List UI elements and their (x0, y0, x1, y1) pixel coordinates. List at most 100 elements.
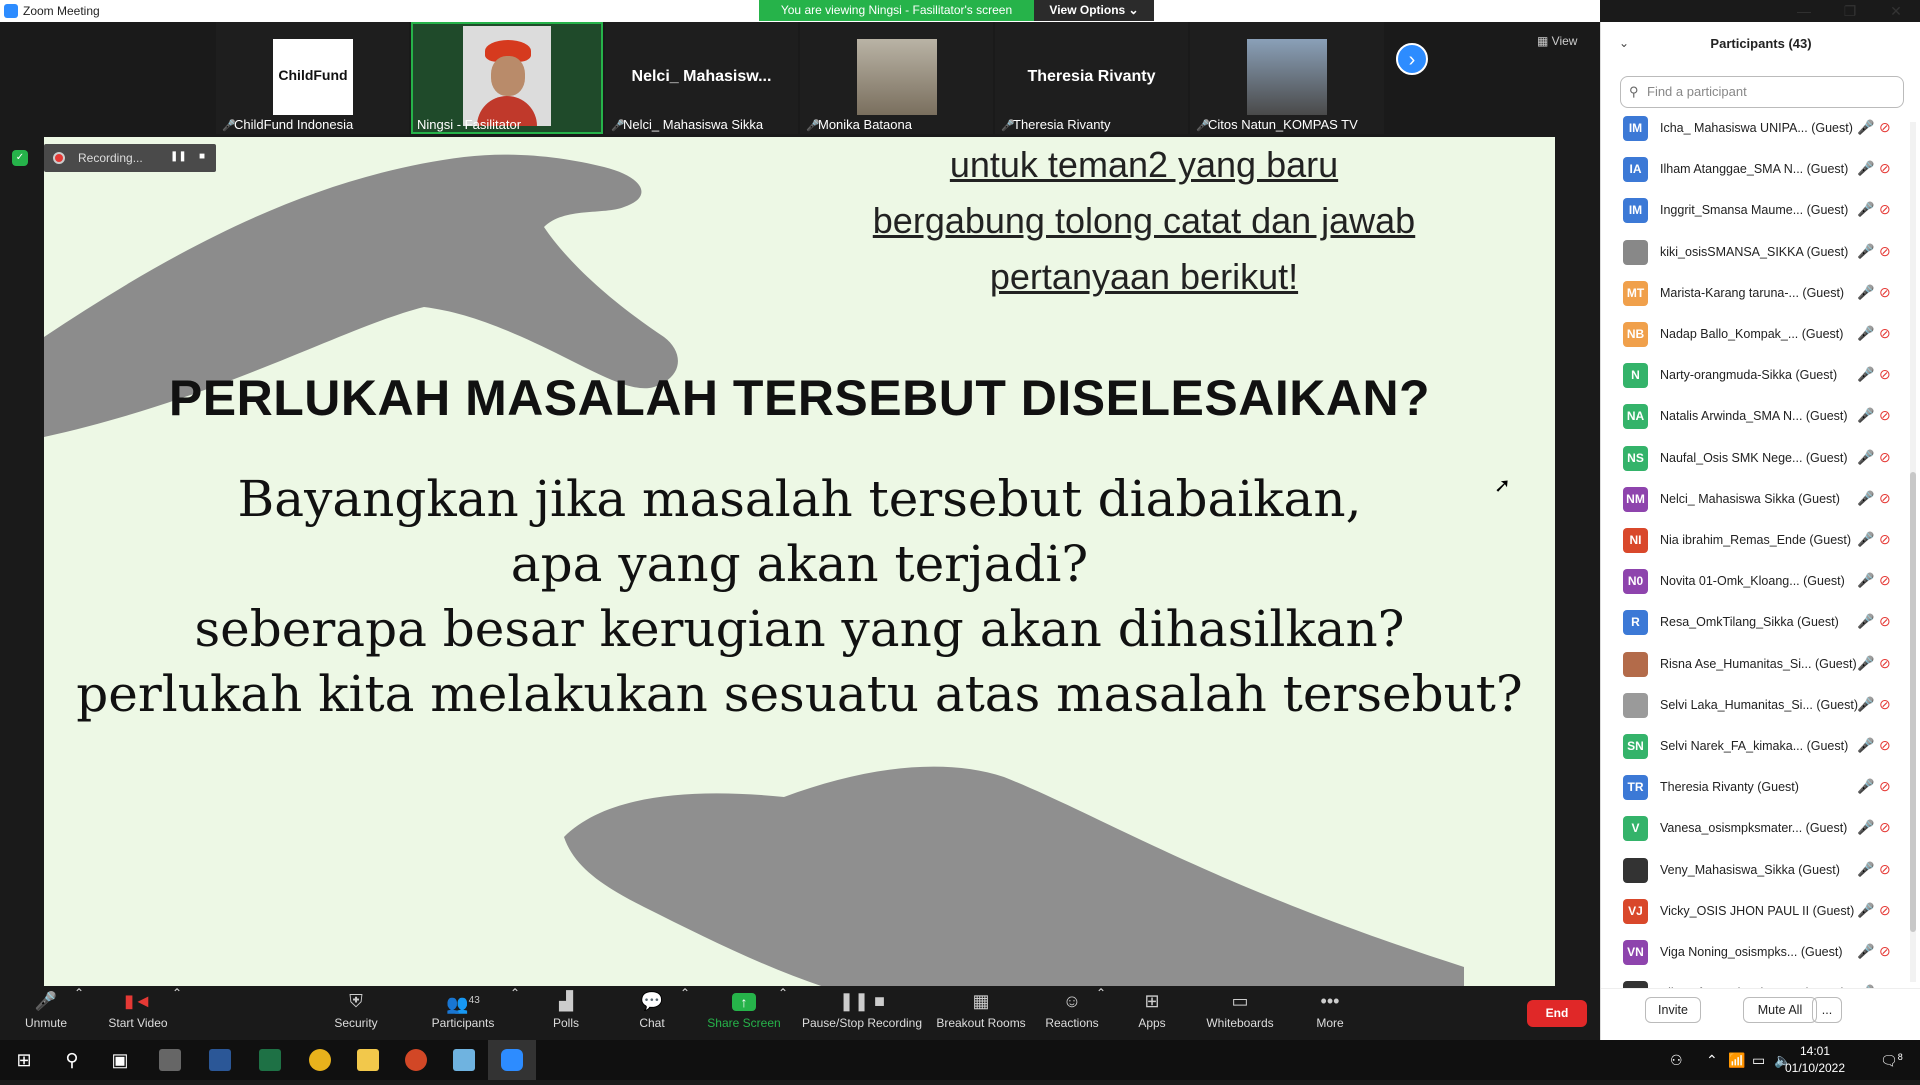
participant-row[interactable]: kiki_osisSMANSA_SIKKA (Guest) 🎤 ⊘ (1601, 232, 1911, 273)
stop-recording-icon[interactable]: ■ (194, 151, 210, 165)
more-options-button[interactable]: ... (1812, 997, 1842, 1023)
battery-icon[interactable]: ▭ (1752, 1052, 1765, 1069)
participants-button[interactable]: 👥43 Participants (428, 986, 498, 1040)
view-options-button[interactable]: View Options ⌄ (1034, 0, 1154, 21)
security-button[interactable]: ⛨ Security (330, 986, 382, 1040)
audio-options-caret-icon[interactable]: ⌃ (74, 986, 84, 1040)
whiteboards-button[interactable]: ▭ Whiteboards (1204, 986, 1276, 1040)
participant-row[interactable]: MT Marista-Karang taruna-... (Guest) 🎤 ⊘ (1601, 273, 1911, 314)
tile-name: 🎤ChildFund Indonesia (222, 117, 354, 132)
share-caret-icon[interactable]: ⌃ (778, 986, 788, 1040)
tile-name: 🎤Theresia Rivanty (1001, 117, 1111, 132)
participant-row[interactable]: NM Nelci_ Mahasiswa Sikka (Guest) 🎤 ⊘ (1601, 479, 1911, 520)
notepad-icon[interactable] (440, 1040, 488, 1080)
invite-button[interactable]: Invite (1645, 997, 1701, 1023)
participant-row[interactable]: IM Icha_ Mahasiswa UNIPA... (Guest) 🎤 ⊘ (1601, 108, 1911, 149)
participant-row[interactable]: R Resa_OmkTilang_Sikka (Guest) 🎤 ⊘ (1601, 602, 1911, 643)
slide-note-line: pertanyaan berikut! (989, 256, 1299, 297)
video-tile-ningsi[interactable]: Ningsi - Fasilitator (411, 22, 603, 134)
participant-row[interactable]: SN Selvi Narek_FA_kimaka... (Guest) 🎤 ⊘ (1601, 726, 1911, 767)
file-explorer-icon[interactable] (344, 1040, 392, 1080)
chat-button[interactable]: 💬 Chat (632, 986, 672, 1040)
next-page-arrow-icon[interactable]: › (1396, 43, 1428, 75)
polls-button[interactable]: ▟ Polls (546, 986, 586, 1040)
mic-muted-icon: 🎤 (1857, 489, 1875, 506)
chrome-icon[interactable] (296, 1040, 344, 1080)
video-tile-childfund[interactable]: ChildFund 🎤ChildFund Indonesia (216, 22, 409, 134)
encryption-shield-icon[interactable]: ✓ (12, 150, 28, 166)
participant-row[interactable]: NI Nia ibrahim_Remas_Ende (Guest) 🎤 ⊘ (1601, 520, 1911, 561)
participant-row[interactable]: Veny_Mahasiswa_Sikka (Guest) 🎤 ⊘ (1601, 850, 1911, 891)
participant-row[interactable]: VViktor_fom-0elnasi-Kup... (Guest)🎤⊘ (1601, 973, 1911, 988)
powerpoint-icon[interactable] (392, 1040, 440, 1080)
word-icon[interactable] (196, 1040, 244, 1080)
calculator-icon[interactable] (146, 1040, 194, 1080)
participant-search-input[interactable]: ⚲ Find a participant (1620, 76, 1904, 108)
participants-caret-icon[interactable]: ⌃ (510, 986, 520, 1040)
participant-row[interactable]: N Narty-orangmuda-Sikka (Guest) 🎤 ⊘ (1601, 355, 1911, 396)
participant-row[interactable]: VN Viga Noning_osismpks... (Guest) 🎤 ⊘ (1601, 932, 1911, 973)
minimize-button[interactable]: — (1781, 0, 1827, 22)
slide-heading: PERLUKAH MASALAH TERSEBUT DISELESAIKAN? (168, 370, 1431, 426)
maximize-button[interactable]: ❐ (1827, 0, 1873, 22)
participant-name: Narty-orangmuda-Sikka (Guest) (1660, 368, 1838, 383)
participant-row[interactable]: N0 Novita 01-Omk_Kloang... (Guest) 🎤 ⊘ (1601, 561, 1911, 602)
video-tile-citos[interactable]: 🎤Citos Natun_KOMPAS TV (1190, 22, 1384, 134)
video-off-icon: ⊘ (1879, 613, 1891, 630)
participant-list-scrollbar[interactable] (1910, 122, 1916, 982)
excel-icon[interactable] (246, 1040, 294, 1080)
windows-start-icon[interactable]: ⊞ (0, 1040, 48, 1080)
chat-caret-icon[interactable]: ⌃ (680, 986, 690, 1040)
unmute-button[interactable]: 🎤 Unmute (20, 986, 72, 1040)
participant-row[interactable]: TR Theresia Rivanty (Guest) 🎤 ⊘ (1601, 767, 1911, 808)
participants-panel-title: Participants (43) (1710, 36, 1812, 51)
mute-all-button[interactable]: Mute All (1743, 997, 1817, 1023)
close-button[interactable]: ✕ (1873, 0, 1919, 22)
participant-row[interactable]: IA Ilham Atanggae_SMA N... (Guest) 🎤 ⊘ (1601, 149, 1911, 190)
participant-row[interactable]: Risna Ase_Humanitas_Si... (Guest) 🎤 ⊘ (1601, 644, 1911, 685)
participant-row[interactable]: IM Inggrit_Smansa Maume... (Guest) 🎤 ⊘ (1601, 190, 1911, 231)
reactions-button[interactable]: ☺ Reactions (1044, 986, 1100, 1040)
taskbar-clock[interactable]: 14:01 01/10/2022 (1775, 1043, 1855, 1077)
video-tile-nelci[interactable]: Nelci_ Mahasisw... 🎤Nelci_ Mahasiswa Sik… (605, 22, 798, 134)
participant-row[interactable]: V Vanesa_osismpksmater... (Guest) 🎤 ⊘ (1601, 808, 1911, 849)
end-meeting-button[interactable]: End (1527, 1000, 1587, 1027)
more-dots-icon: ••• (1320, 991, 1340, 1011)
participant-row[interactable]: NS Naufal_Osis SMK Nege... (Guest) 🎤 ⊘ (1601, 438, 1911, 479)
start-video-button[interactable]: ▮◄ Start Video (104, 986, 172, 1040)
mic-muted-icon: 🎤 (1857, 119, 1875, 135)
reactions-caret-icon[interactable]: ⌃ (1096, 986, 1106, 1040)
participant-row[interactable]: NB Nadap Ballo_Kompak_... (Guest) 🎤 ⊘ (1601, 314, 1911, 355)
participant-row[interactable]: Selvi Laka_Humanitas_Si... (Guest) 🎤 ⊘ (1601, 685, 1911, 726)
scrollbar-thumb[interactable] (1910, 472, 1916, 932)
mic-muted-icon: 🎤 (1857, 407, 1875, 424)
pause-stop-recording-button[interactable]: ❚❚ ■ Pause/Stop Recording (800, 986, 924, 1040)
video-tile-monika[interactable]: 🎤Monika Bataona (800, 22, 993, 134)
apps-icon: ⊞ (1144, 991, 1160, 1011)
participant-row[interactable]: VJ Vicky_OSIS JHON PAUL II (Guest) 🎤 ⊘ (1601, 891, 1911, 932)
video-off-icon: ▮◄ (124, 991, 152, 1011)
network-icon[interactable]: 📶 (1728, 1052, 1745, 1069)
video-off-icon: ⊘ (1879, 160, 1891, 177)
people-icon[interactable]: ⚇ (1670, 1052, 1683, 1069)
apps-button[interactable]: ⊞ Apps (1134, 986, 1170, 1040)
video-options-caret-icon[interactable]: ⌃ (172, 986, 182, 1040)
participant-avatar: NM (1623, 486, 1648, 512)
participant-avatar (1623, 857, 1648, 883)
video-tile-theresia[interactable]: Theresia Rivanty 🎤Theresia Rivanty (995, 22, 1188, 134)
breakout-rooms-button[interactable]: ▦ Breakout Rooms (936, 986, 1026, 1040)
zoom-taskbar-icon[interactable] (488, 1040, 536, 1080)
video-off-icon: ⊘ (1879, 242, 1891, 259)
more-button[interactable]: ••• More (1312, 986, 1348, 1040)
start-video-label: Start Video (108, 1016, 168, 1030)
view-layout-button[interactable]: ▦ View (1537, 34, 1577, 48)
participant-list: IM Icha_ Mahasiswa UNIPA... (Guest) 🎤 ⊘ IA Il… (1601, 108, 1911, 988)
notifications-icon[interactable]: 🗨8 (1880, 1052, 1903, 1070)
show-hidden-icons-caret-icon[interactable]: ⌃ (1706, 1052, 1718, 1069)
search-icon[interactable]: ⚲ (48, 1040, 96, 1080)
participant-row[interactable]: NA Natalis Arwinda_SMA N... (Guest) 🎤 ⊘ (1601, 396, 1911, 437)
share-screen-button[interactable]: ↑ Share Screen (706, 986, 782, 1040)
pause-recording-icon[interactable]: ❚❚ (170, 151, 187, 165)
participant-name: Vanesa_osismpksmater... (Guest) (1660, 821, 1848, 836)
task-view-icon[interactable]: ▣ (96, 1040, 144, 1080)
